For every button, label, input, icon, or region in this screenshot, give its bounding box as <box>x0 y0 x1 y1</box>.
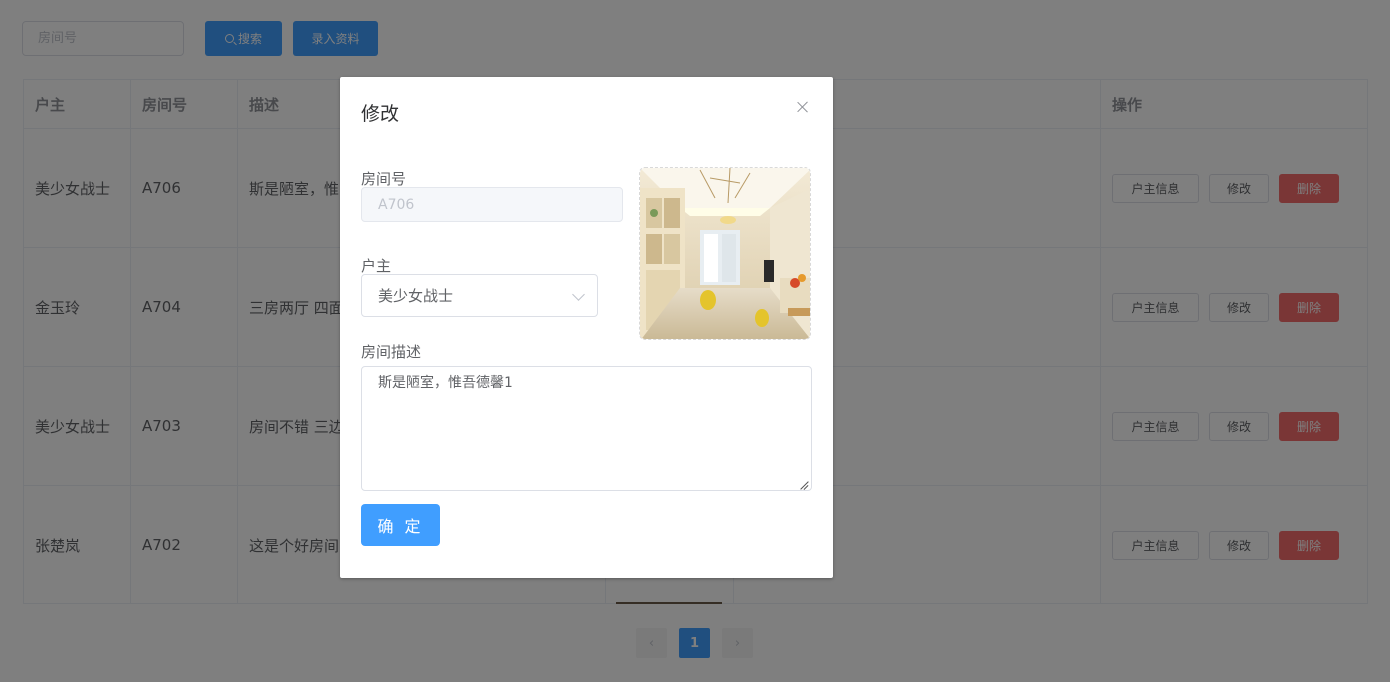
room-number-label: 房间号 <box>361 170 407 188</box>
confirm-button[interactable]: 确 定 <box>361 504 440 546</box>
owner-label: 户主 <box>361 257 392 275</box>
dialog-title: 修改 <box>361 103 400 125</box>
textarea-resize-handle[interactable] <box>800 481 809 490</box>
room-photo-image <box>640 168 810 339</box>
close-icon[interactable] <box>795 99 811 115</box>
owner-select-value: 美少女战士 <box>378 287 454 305</box>
room-photo-upload[interactable] <box>639 167 811 340</box>
room-description-label: 房间描述 <box>361 343 422 361</box>
edit-dialog: 修改 房间号 户主 美少女战士 房间描述 斯是陋室，惟吾德馨1 确 定 <box>340 77 833 578</box>
chevron-down-icon <box>572 288 585 301</box>
room-description-textarea[interactable]: 斯是陋室，惟吾德馨1 <box>361 366 812 491</box>
owner-select[interactable]: 美少女战士 <box>361 274 598 317</box>
room-number-field[interactable] <box>361 187 623 222</box>
